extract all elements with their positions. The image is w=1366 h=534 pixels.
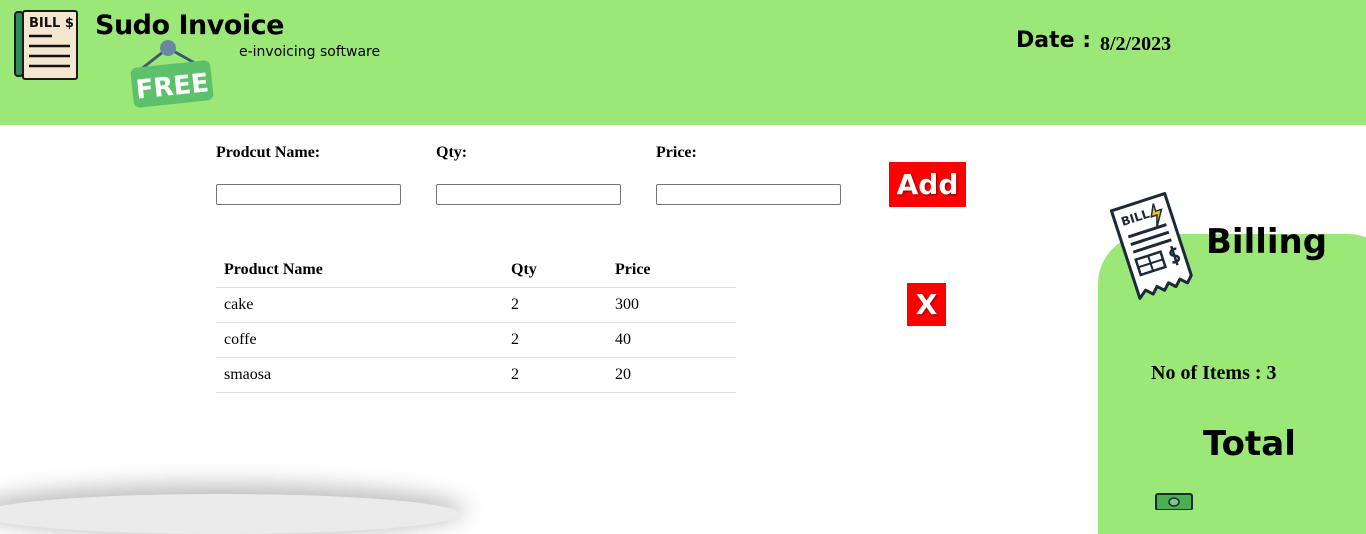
price-label: Price: — [656, 144, 697, 161]
items-count: No of Items : 3 — [1151, 362, 1277, 384]
table-row: cake 2 300 — [216, 287, 736, 323]
cell-qty: 2 — [503, 322, 607, 358]
app-title: Sudo Invoice — [95, 10, 284, 41]
product-name-input[interactable] — [216, 184, 401, 205]
date-value: 8/2/2023 — [1100, 33, 1172, 55]
add-button[interactable]: Add — [889, 162, 966, 207]
price-input[interactable] — [656, 184, 841, 205]
cell-qty: 2 — [503, 287, 607, 323]
qty-label: Qty: — [436, 144, 468, 161]
billing-title: Billing — [1206, 222, 1328, 262]
cell-product-name: cake — [216, 287, 503, 323]
header: BILL $ Sudo Invoice e-invoicing software… — [0, 0, 1366, 125]
bottom-shadow — [0, 494, 460, 534]
cell-product-name: coffe — [216, 322, 503, 358]
column-header-qty: Qty — [503, 252, 607, 288]
column-header-product-name: Product Name — [216, 252, 503, 288]
items-table: Product Name Qty Price cake 2 300 coffe … — [216, 252, 736, 393]
table-row: coffe 2 40 — [216, 322, 736, 358]
clear-button[interactable]: X — [907, 283, 946, 326]
total-label: Total — [1203, 424, 1296, 464]
table-header-row: Product Name Qty Price — [216, 252, 736, 288]
column-header-price: Price — [607, 252, 736, 288]
qty-input[interactable] — [436, 184, 621, 205]
cell-price: 40 — [607, 322, 736, 358]
free-badge-icon: FREE — [130, 40, 214, 108]
bill-receipt-icon: BILL $ — [14, 10, 78, 80]
table-row: smaosa 2 20 — [216, 357, 736, 393]
cell-qty: 2 — [503, 357, 607, 393]
money-icon — [1155, 493, 1193, 510]
cell-price: 20 — [607, 357, 736, 393]
billing-receipt-icon: BILL — [1109, 192, 1193, 300]
cell-product-name: smaosa — [216, 357, 503, 393]
cell-price: 300 — [607, 287, 736, 323]
date-label: Date : — [1016, 28, 1092, 53]
product-name-label: Prodcut Name: — [216, 144, 321, 161]
logo-text: BILL $ — [29, 16, 74, 31]
app-subtitle: e-invoicing software — [239, 44, 381, 60]
